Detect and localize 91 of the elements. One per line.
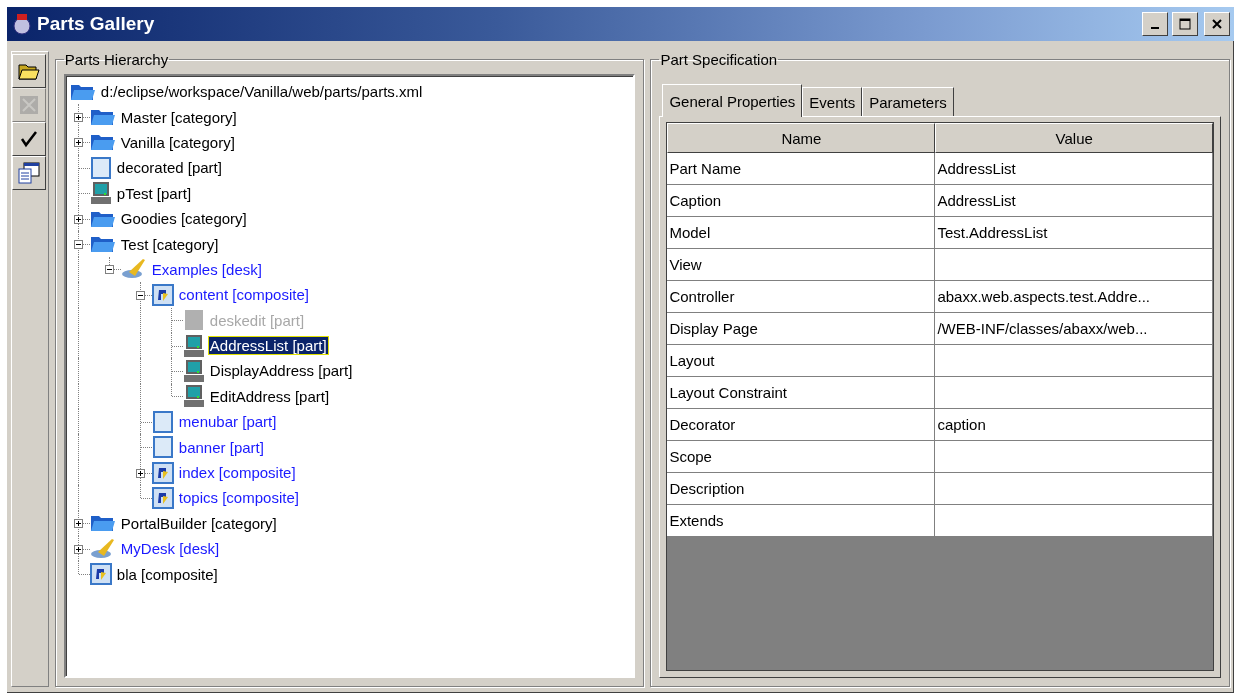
tree-item[interactable]: pTest [part]: [115, 184, 193, 202]
composite-icon: [151, 486, 174, 509]
tree-item[interactable]: EditAddress [part]: [208, 387, 331, 405]
column-header[interactable]: Name: [667, 123, 936, 153]
table-cell: Description: [667, 473, 936, 505]
table-cell: View: [667, 249, 936, 281]
table-cell: Layout Constraint: [667, 377, 936, 409]
computer-icon: [182, 333, 205, 358]
tree-item[interactable]: MyDesk [desk]: [119, 540, 221, 558]
folder-icon: [89, 234, 116, 255]
expand-toggle[interactable]: [73, 544, 83, 554]
maximize-button[interactable]: [1172, 12, 1198, 36]
minimize-icon: [1151, 27, 1159, 29]
tree-item[interactable]: Test [category]: [119, 235, 220, 253]
window-icon: [151, 410, 174, 433]
tree-item[interactable]: bla [composite]: [115, 565, 219, 583]
tree-item[interactable]: Goodies [category]: [119, 210, 248, 228]
collapse-toggle[interactable]: [135, 290, 145, 300]
tree-item[interactable]: Examples [desk]: [150, 260, 263, 278]
check-icon: [20, 130, 38, 148]
table-cell: AddressList: [935, 185, 1213, 217]
windows-icon: [18, 162, 40, 184]
tree-item[interactable]: decorated [part]: [115, 159, 223, 177]
plus-icon: [74, 520, 82, 528]
plus-icon: [136, 469, 144, 477]
tree-item[interactable]: PortalBuilder [category]: [119, 514, 278, 532]
table-cell: Scope: [667, 441, 936, 473]
tree-item[interactable]: AddressList [part]: [208, 337, 328, 355]
folder-icon: [89, 513, 116, 534]
expand-toggle[interactable]: [73, 519, 83, 529]
expand-toggle[interactable]: [73, 138, 83, 148]
expand-toggle[interactable]: [73, 113, 83, 123]
close-button[interactable]: [1204, 12, 1230, 36]
table-cell: Display Page: [667, 313, 936, 345]
collapse-toggle[interactable]: [104, 265, 114, 275]
expand-toggle[interactable]: [73, 214, 83, 224]
tree-item[interactable]: DisplayAddress [part]: [208, 362, 354, 380]
tree-item[interactable]: content [composite]: [177, 286, 310, 304]
tree-item[interactable]: banner [part]: [177, 438, 265, 456]
open-folder-icon: [18, 61, 40, 81]
table-cell: Caption: [667, 185, 936, 217]
tree-item[interactable]: index [composite]: [177, 464, 297, 482]
tree-item[interactable]: d:/eclipse/workspace/Vanilla/web/parts/parts.xml: [99, 83, 424, 101]
window-icon: [89, 156, 112, 179]
plus-icon: [74, 139, 82, 147]
computer-icon: [89, 181, 112, 206]
table-cell: Layout: [667, 345, 936, 377]
tree-item[interactable]: Master [category]: [119, 108, 238, 126]
folder-icon: [89, 107, 116, 128]
composite-icon: [151, 283, 174, 306]
toolbar-button[interactable]: [12, 122, 46, 156]
panel-title: Parts Hierarchy: [63, 51, 170, 68]
panel-title: Part Specification: [659, 51, 779, 68]
maximize-icon: [1179, 18, 1191, 30]
desk-icon: [120, 258, 147, 281]
window-title: Parts Gallery: [37, 13, 156, 35]
app-icon: [11, 13, 33, 35]
tree-item[interactable]: menubar [part]: [177, 413, 278, 431]
composite-icon: [89, 563, 112, 586]
plus-icon: [74, 114, 82, 122]
tree-item[interactable]: topics [composite]: [177, 489, 300, 507]
table-cell: Extends: [667, 505, 936, 537]
table-cell: Part Name: [667, 153, 936, 185]
plus-icon: [74, 215, 82, 223]
toolbar-button[interactable]: [12, 156, 46, 190]
composite-icon: [151, 461, 174, 484]
minimize-button[interactable]: [1142, 12, 1168, 36]
tree-item[interactable]: Vanilla [category]: [119, 133, 236, 151]
table-cell: Decorator: [667, 409, 936, 441]
table-cell: Controller: [667, 281, 936, 313]
table-cell: caption: [935, 409, 1213, 441]
collapse-toggle[interactable]: [73, 240, 83, 250]
table-cell: AddressList: [935, 153, 1213, 185]
tab[interactable]: Events: [802, 87, 863, 116]
table-cell: /WEB-INF/classes/abaxx/web...: [935, 313, 1213, 345]
expand-toggle[interactable]: [135, 468, 145, 478]
desk-icon: [89, 537, 116, 560]
window-icon: [151, 436, 174, 459]
column-header[interactable]: Value: [935, 123, 1213, 153]
close-icon: [1211, 18, 1223, 30]
table-cell: Test.AddressList: [935, 217, 1213, 249]
table-cell: Model: [667, 217, 936, 249]
part-icon: [182, 309, 205, 332]
toolbar-button[interactable]: [12, 54, 46, 88]
tab[interactable]: Parameters: [862, 87, 954, 116]
tab[interactable]: General Properties: [662, 84, 803, 117]
plus-icon: [74, 545, 82, 553]
folder-icon: [89, 132, 116, 153]
computer-icon: [182, 359, 205, 383]
table-cell: abaxx.web.aspects.test.Addre...: [935, 281, 1213, 313]
computer-icon: [182, 384, 205, 409]
